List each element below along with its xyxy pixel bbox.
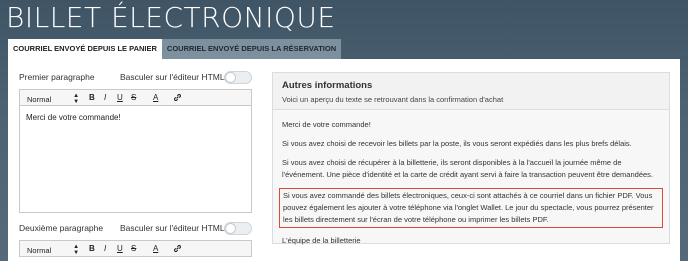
first-paragraph-label: Premier paragraphe (19, 72, 95, 82)
bold-button[interactable]: B (89, 243, 95, 255)
select-arrows-icon: ▲︎ ▼︎ (73, 93, 80, 105)
html-editor-toggle[interactable] (224, 71, 252, 84)
second-paragraph-header: Deuxième paragraphe Basculer sur l'édite… (19, 222, 252, 236)
tab-reservation-email[interactable]: COURRIEL ENVOYÉ DEPUIS LA RÉSERVATION (161, 39, 342, 59)
strikethrough-button[interactable]: S (131, 243, 136, 255)
preview-header: Autres informations Voici un aperçu du t… (273, 73, 669, 110)
preview-paragraph: Si vous avez choisi de récupérer à la bi… (282, 158, 653, 179)
format-select-value: Normal (27, 94, 52, 104)
content-panel: Premier paragraphe Basculer sur l'éditeu… (8, 59, 680, 261)
strikethrough-button[interactable]: S (131, 92, 136, 104)
preview-signature: L'équipe de la billetterie (282, 236, 361, 245)
preview-title: Autres informations (282, 80, 373, 91)
format-select[interactable]: Normal ▲︎ ▼︎ (27, 93, 79, 105)
format-select-value: Normal (27, 245, 52, 255)
toggle-knob (225, 223, 236, 234)
preview-paragraph: Si vous avez choisi de recevoir les bill… (282, 139, 632, 148)
html-editor-toggle[interactable] (224, 222, 252, 235)
italic-button[interactable]: I (104, 243, 106, 255)
highlighted-preview-paragraph: Si vous avez commandé des billets électr… (279, 188, 663, 228)
italic-button[interactable]: I (104, 92, 106, 104)
preview-body: Merci de votre commande! Si vous avez ch… (273, 110, 669, 247)
toggle-knob (225, 72, 236, 83)
underline-button[interactable]: U (117, 243, 123, 255)
page-title: BILLET ÉLECTRONIQUE (6, 1, 336, 34)
tab-bar: COURRIEL ENVOYÉ DEPUIS LE PANIER COURRIE… (8, 39, 342, 59)
first-editor-toolbar: Normal ▲︎ ▼︎ B I U S A (19, 89, 252, 106)
preview-subtitle: Voici un aperçu du texte se retrouvant d… (282, 95, 504, 104)
preview-paragraph: Merci de votre commande! (282, 120, 371, 129)
bold-button[interactable]: B (89, 92, 95, 104)
html-editor-toggle-label: Basculer sur l'éditeur HTML (120, 72, 225, 82)
link-icon[interactable] (173, 243, 182, 255)
select-arrows-icon: ▲︎ ▼︎ (73, 244, 80, 256)
second-editor-toolbar: Normal ▲︎ ▼︎ B I U S A (19, 240, 252, 257)
format-select[interactable]: Normal ▲︎ ▼︎ (27, 244, 79, 256)
first-paragraph-header: Premier paragraphe Basculer sur l'éditeu… (19, 71, 252, 85)
text-color-button[interactable]: A (153, 92, 158, 104)
first-paragraph-editor[interactable]: Merci de votre commande! (19, 106, 252, 213)
html-editor-toggle-label: Basculer sur l'éditeur HTML (120, 223, 225, 233)
tab-cart-email[interactable]: COURRIEL ENVOYÉ DEPUIS LE PANIER (8, 39, 162, 59)
confirmation-preview: Autres informations Voici un aperçu du t… (272, 72, 670, 247)
link-icon[interactable] (173, 92, 182, 104)
underline-button[interactable]: U (117, 92, 123, 104)
text-color-button[interactable]: A (153, 243, 158, 255)
second-paragraph-label: Deuxième paragraphe (19, 223, 104, 233)
